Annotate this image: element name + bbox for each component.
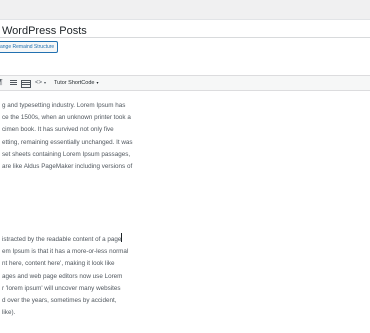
paragraph-line: like). [2, 309, 16, 317]
paragraph-line: are like Aldus PageMaker including versi… [2, 163, 133, 171]
list-icon[interactable] [10, 79, 17, 87]
paragraph-line: em Ipsum is that it has a more-or-less n… [2, 248, 129, 256]
table-icon[interactable] [21, 80, 31, 88]
content-paragraph-1[interactable]: g and typesetting industry. Lorem Ipsum … [2, 100, 133, 173]
shortcode-chevron-icon: ▾ [96, 80, 99, 85]
paragraph-line: set sheets containing Lorem Ipsum passag… [2, 150, 131, 158]
paragraph-line: cimen book. It has survived not only fiv… [2, 126, 114, 134]
paragraph-line: d over the years, sometimes by accident, [2, 297, 117, 305]
title-divider [0, 37, 370, 38]
paragraph-line: istracted by the readable content of a p… [2, 233, 128, 246]
toolbar-divider-bottom [0, 90, 370, 91]
top-bar [0, 0, 370, 20]
paragraph-line: ages and web page editors now use Lorem [2, 272, 123, 280]
post-title[interactable]: WordPress Posts [2, 25, 87, 37]
paragraph-line: nt here, content here', making it look l… [2, 260, 115, 268]
content-paragraph-2[interactable]: istracted by the readable content of a p… [2, 233, 128, 319]
chevron-down-icon[interactable]: ▾ [44, 79, 46, 87]
paragraph-line: ce the 1500s, when an unknown printer to… [2, 114, 131, 122]
paragraph-line: g and typesetting industry. Lorem Ipsum … [2, 102, 126, 109]
paragraph-icon[interactable]: ¶ [0, 79, 4, 87]
paragraph-line: etting, remaining essentially unchanged.… [2, 138, 133, 146]
text-cursor [121, 233, 123, 242]
paragraph-line-text: istracted by the readable content of a p… [2, 236, 122, 243]
structure-chip-button[interactable]: ange Remaind Structure [0, 41, 59, 53]
tutor-shortcode-dropdown[interactable]: Tutor ShortCode ▾ [54, 79, 98, 87]
shortcode-label: Tutor ShortCode [54, 80, 95, 86]
paragraph-line: r 'lorem ipsum' will uncover many websit… [2, 284, 121, 292]
code-icon[interactable]: <> [35, 79, 42, 87]
